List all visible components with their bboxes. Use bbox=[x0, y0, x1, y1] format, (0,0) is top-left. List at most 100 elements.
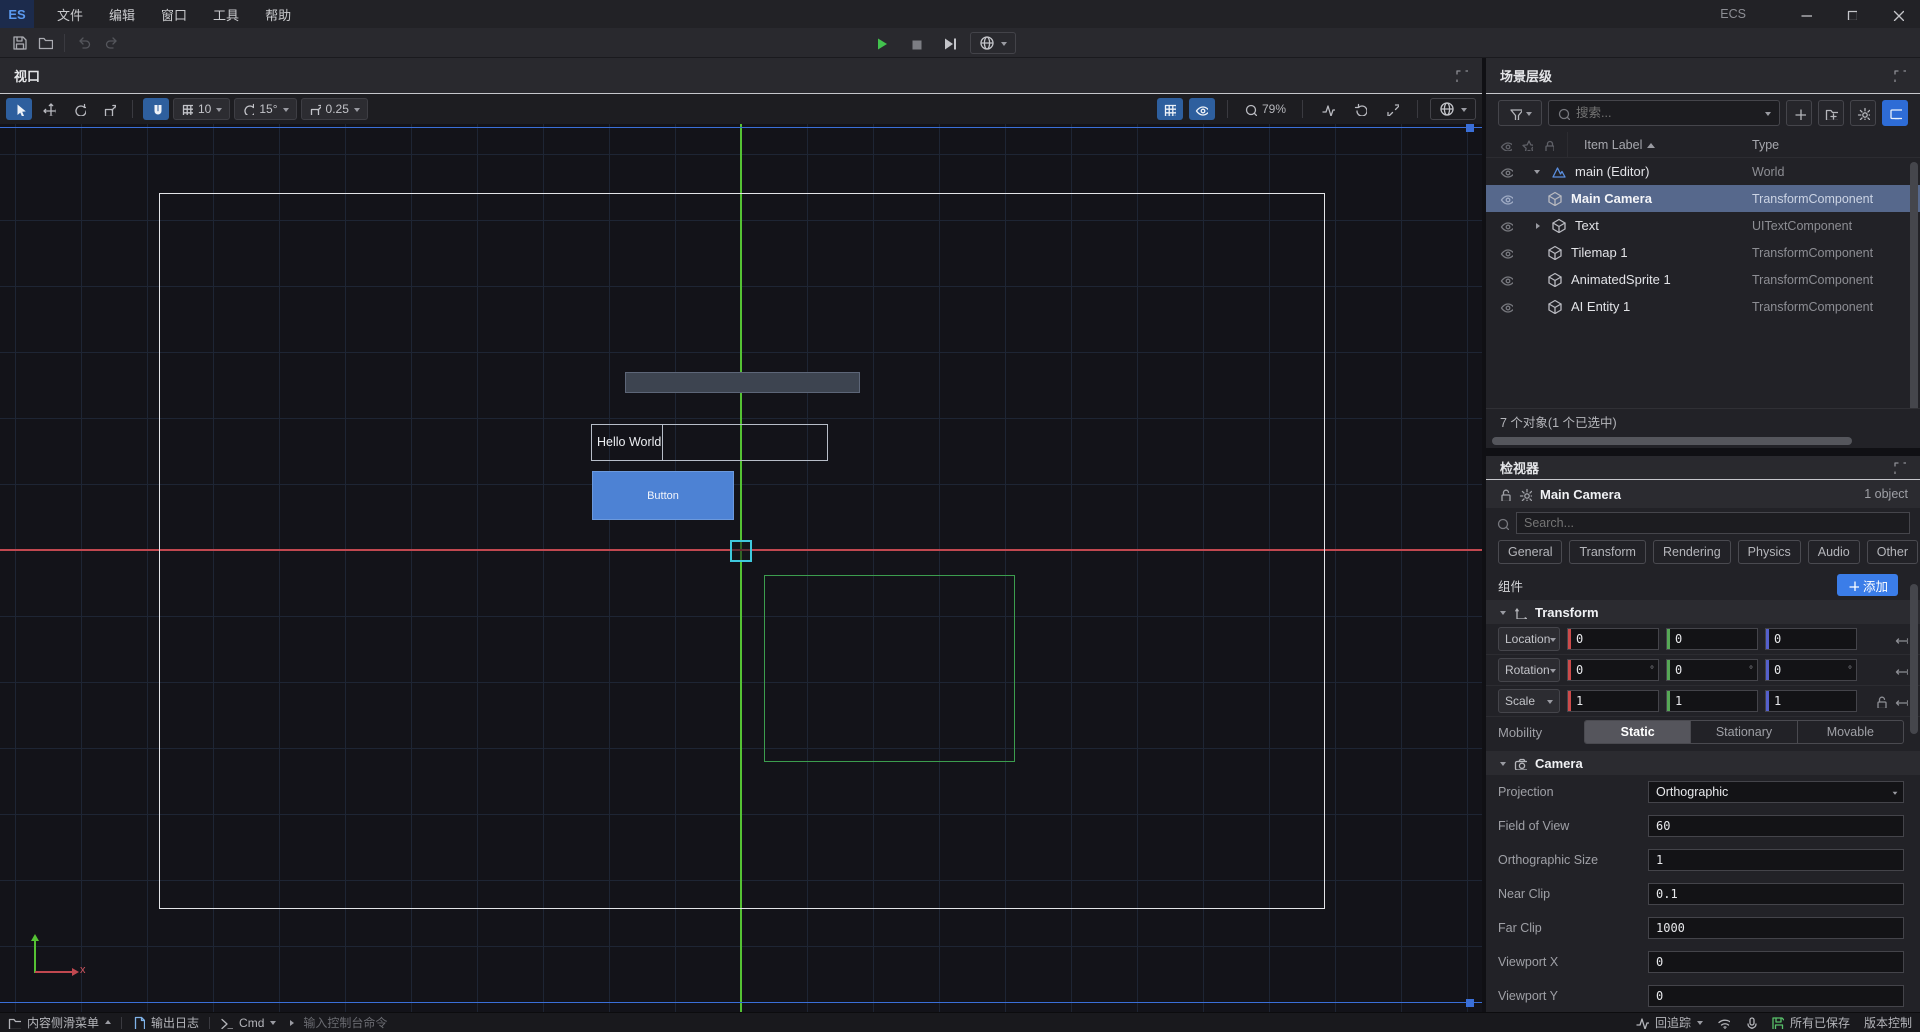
tab-rendering[interactable]: Rendering bbox=[1653, 540, 1731, 564]
select-tool-button[interactable] bbox=[6, 98, 32, 120]
fit-view-button[interactable] bbox=[1379, 98, 1405, 120]
orthographic-size-field[interactable]: 1 bbox=[1648, 849, 1904, 871]
filter-button[interactable] bbox=[1498, 100, 1542, 126]
menu-help[interactable]: 帮助 bbox=[252, 0, 304, 29]
hierarchy-vertical-scrollbar[interactable] bbox=[1910, 162, 1918, 408]
maximize-button[interactable] bbox=[1828, 0, 1874, 28]
undo-button[interactable] bbox=[71, 31, 97, 55]
show-grid-toggle[interactable] bbox=[1157, 98, 1183, 120]
viewport-expand-icon[interactable] bbox=[1455, 69, 1468, 82]
hierarchy-expand-icon[interactable] bbox=[1893, 69, 1906, 82]
menu-window[interactable]: 窗口 bbox=[148, 0, 200, 29]
eye-icon[interactable] bbox=[1500, 219, 1515, 232]
mobility-movable[interactable]: Movable bbox=[1798, 721, 1903, 743]
link-axes-icon[interactable] bbox=[1895, 664, 1908, 677]
eye-icon[interactable] bbox=[1500, 300, 1515, 313]
rotation-dropdown[interactable]: Rotation bbox=[1498, 658, 1560, 682]
add-folder-button[interactable] bbox=[1818, 100, 1844, 126]
scale-snap-dropdown[interactable]: 0.25 bbox=[301, 98, 368, 120]
cmd-dropdown[interactable]: Cmd bbox=[220, 1016, 276, 1030]
visibility-toggle[interactable] bbox=[1189, 98, 1215, 120]
location-z-field[interactable]: 0 bbox=[1765, 628, 1857, 650]
viewport-x-field[interactable]: 0 bbox=[1648, 951, 1904, 973]
inspector-search-input[interactable] bbox=[1524, 516, 1902, 530]
eye-icon[interactable] bbox=[1500, 273, 1515, 286]
location-dropdown[interactable]: Location bbox=[1498, 627, 1560, 651]
panel-splitter[interactable] bbox=[1486, 448, 1920, 456]
save-status[interactable]: 所有已保存 bbox=[1771, 1014, 1850, 1031]
zoom-control[interactable]: 79% bbox=[1240, 98, 1290, 120]
grid-snap-dropdown[interactable]: 10 bbox=[173, 98, 230, 120]
traceback-dropdown[interactable]: 回追踪 bbox=[1636, 1014, 1703, 1031]
menu-file[interactable]: 文件 bbox=[44, 0, 96, 29]
stats-button[interactable] bbox=[1315, 98, 1341, 120]
close-button[interactable] bbox=[1874, 0, 1920, 28]
tab-physics[interactable]: Physics bbox=[1738, 540, 1801, 564]
tree-row-ai-entity[interactable]: AI Entity 1 TransformComponent bbox=[1486, 293, 1920, 320]
scrollbar-thumb[interactable] bbox=[1492, 437, 1852, 445]
mobility-stationary[interactable]: Stationary bbox=[1691, 721, 1797, 743]
view-mode-dropdown[interactable] bbox=[1430, 98, 1476, 120]
screen-view-button[interactable] bbox=[1882, 100, 1908, 126]
open-folder-button[interactable] bbox=[32, 31, 58, 55]
hierarchy-horizontal-scrollbar[interactable] bbox=[1486, 434, 1920, 448]
hierarchy-settings-button[interactable] bbox=[1850, 100, 1876, 126]
redo-button[interactable] bbox=[97, 31, 123, 55]
link-axes-icon[interactable] bbox=[1895, 633, 1908, 646]
hierarchy-search-input[interactable] bbox=[1576, 106, 1759, 120]
menu-edit[interactable]: 编辑 bbox=[96, 0, 148, 29]
save-button[interactable] bbox=[6, 31, 32, 55]
column-type[interactable]: Type bbox=[1752, 138, 1779, 152]
rotation-x-field[interactable]: 0° bbox=[1567, 659, 1659, 681]
column-item-label[interactable]: Item Label bbox=[1568, 138, 1655, 152]
rotation-y-field[interactable]: 0° bbox=[1666, 659, 1758, 681]
add-component-button[interactable]: 添加 bbox=[1837, 574, 1898, 596]
ui-text-element[interactable]: Hello World bbox=[591, 424, 828, 461]
eye-icon[interactable] bbox=[1500, 165, 1515, 178]
location-y-field[interactable]: 0 bbox=[1666, 628, 1758, 650]
minimize-button[interactable] bbox=[1782, 0, 1828, 28]
tab-general[interactable]: General bbox=[1498, 540, 1562, 564]
ui-bounds-handle[interactable] bbox=[1466, 124, 1474, 132]
mobility-static[interactable]: Static bbox=[1585, 721, 1691, 743]
rotation-z-field[interactable]: 0° bbox=[1765, 659, 1857, 681]
camera-section-header[interactable]: Camera bbox=[1486, 751, 1920, 775]
tab-other[interactable]: Other bbox=[1867, 540, 1918, 564]
scale-x-field[interactable]: 1 bbox=[1567, 690, 1659, 712]
stop-button[interactable] bbox=[902, 31, 928, 55]
play-button[interactable] bbox=[868, 31, 894, 55]
snap-toggle-button[interactable] bbox=[143, 98, 169, 120]
tilemap-bounds-rect[interactable] bbox=[764, 575, 1015, 762]
network-status-icon[interactable] bbox=[1717, 1016, 1730, 1029]
scale-tool-button[interactable] bbox=[96, 98, 122, 120]
app-logo[interactable]: ES bbox=[0, 0, 34, 28]
link-axes-icon[interactable] bbox=[1895, 695, 1908, 708]
camera-selection-gizmo[interactable] bbox=[730, 540, 752, 562]
ui-bounds-handle[interactable] bbox=[1466, 999, 1474, 1007]
scale-dropdown[interactable]: Scale bbox=[1498, 689, 1560, 713]
scale-z-field[interactable]: 1 bbox=[1765, 690, 1857, 712]
unlock-icon[interactable] bbox=[1874, 695, 1887, 708]
output-log-button[interactable]: 输出日志 bbox=[132, 1014, 199, 1031]
scale-y-field[interactable]: 1 bbox=[1666, 690, 1758, 712]
rotation-snap-dropdown[interactable]: 15° bbox=[234, 98, 296, 120]
move-tool-button[interactable] bbox=[36, 98, 62, 120]
tree-row-world[interactable]: main (Editor) World bbox=[1486, 158, 1920, 185]
projection-dropdown[interactable]: Orthographic bbox=[1648, 781, 1904, 803]
tab-transform[interactable]: Transform bbox=[1569, 540, 1646, 564]
gear-icon[interactable] bbox=[1519, 488, 1532, 501]
far-clip-field[interactable]: 1000 bbox=[1648, 917, 1904, 939]
inspector-expand-icon[interactable] bbox=[1893, 461, 1906, 474]
inspector-vertical-scrollbar[interactable] bbox=[1910, 584, 1918, 734]
expander[interactable] bbox=[1529, 166, 1545, 177]
tab-audio[interactable]: Audio bbox=[1808, 540, 1860, 564]
near-clip-field[interactable]: 0.1 bbox=[1648, 883, 1904, 905]
tree-row-text[interactable]: Text UITextComponent bbox=[1486, 212, 1920, 239]
ui-button-element[interactable]: Button bbox=[592, 471, 734, 520]
microphone-icon[interactable] bbox=[1744, 1016, 1757, 1029]
unlock-icon[interactable] bbox=[1498, 488, 1511, 501]
reset-view-button[interactable] bbox=[1347, 98, 1373, 120]
viewport-y-field[interactable]: 0 bbox=[1648, 985, 1904, 1007]
scene-canvas[interactable]: Hello World Button x bbox=[0, 124, 1482, 1012]
field-of-view-field[interactable]: 60 bbox=[1648, 815, 1904, 837]
